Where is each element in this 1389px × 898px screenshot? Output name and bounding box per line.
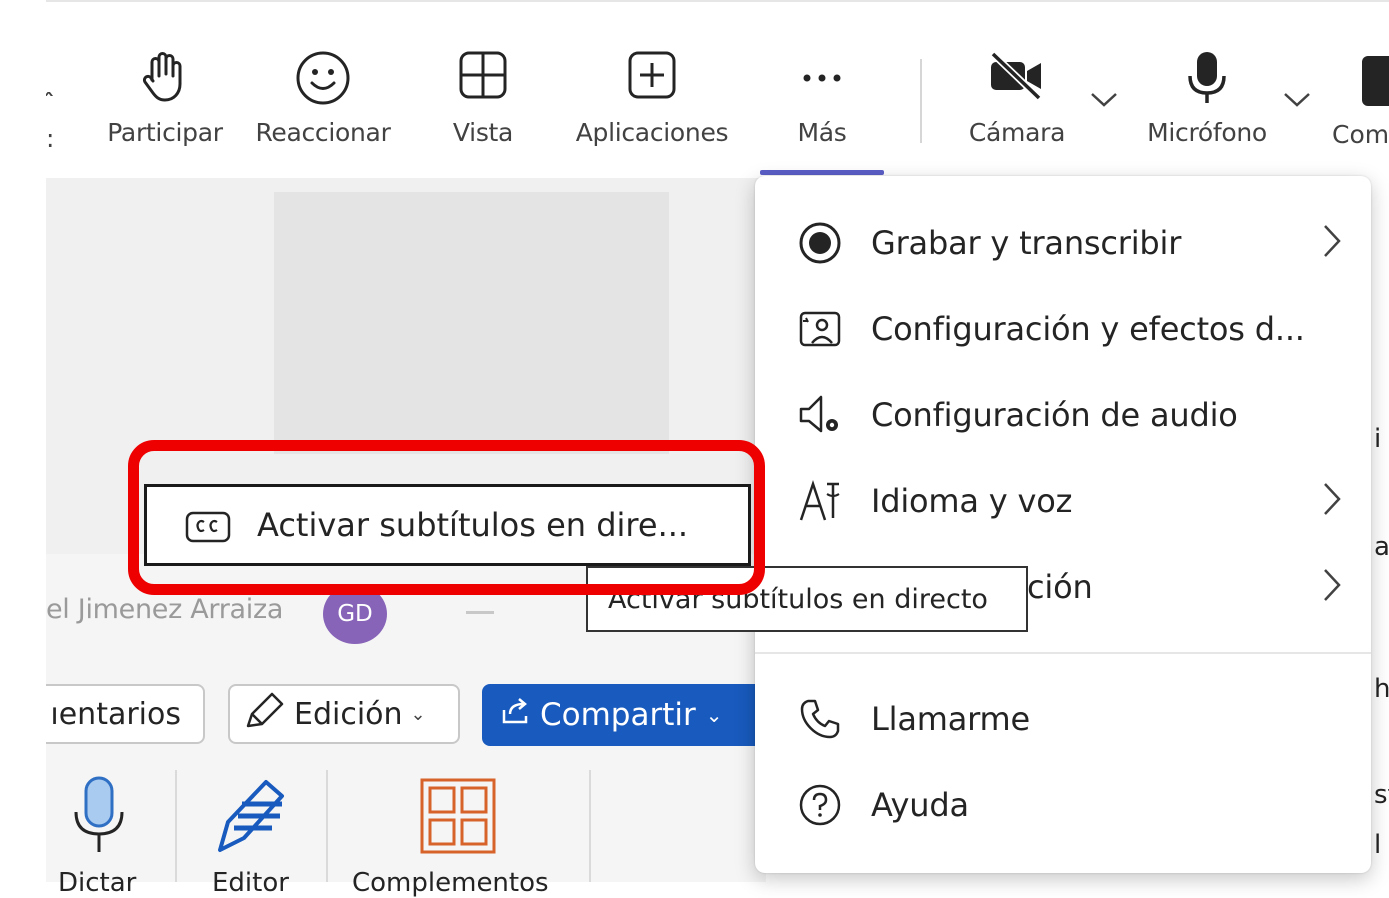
background-effects-icon <box>797 306 843 352</box>
more-dots-icon <box>797 50 847 112</box>
dictate-mic-icon[interactable] <box>68 776 130 860</box>
share-label: Com <box>1332 120 1389 149</box>
raise-hand-icon <box>140 50 190 112</box>
react-button[interactable]: Reaccionar <box>250 2 396 180</box>
truncated-toolbar-label: : <box>46 124 55 153</box>
editor-label: Editor <box>212 868 289 898</box>
meeting-toolbar: ꞈ : Participar Reaccionar Vista Aplicaci… <box>0 0 1389 180</box>
chevron-right-icon <box>1321 481 1343 521</box>
menu-item-language-speech[interactable]: Idioma y voz <box>755 458 1371 544</box>
left-edge <box>0 0 46 882</box>
toolbar-divider <box>920 59 922 143</box>
peek-text: st <box>1374 780 1389 810</box>
share-arrow-icon <box>500 696 530 734</box>
raise-hand-button[interactable]: Participar <box>100 2 230 180</box>
more-button[interactable]: Más <box>776 2 868 180</box>
ribbon-divider <box>326 770 328 882</box>
peek-text: l <box>1374 830 1382 860</box>
camera-button[interactable]: Cámara <box>960 2 1074 180</box>
participant-name: el Jimenez Arraiza <box>46 594 284 625</box>
add-app-icon <box>627 50 677 112</box>
menu-item-label: ción <box>1027 568 1093 606</box>
menu-item-help[interactable]: Ayuda <box>755 762 1371 848</box>
microphone-button[interactable]: Micrófono <box>1134 2 1280 180</box>
chevron-down-icon: ⌄ <box>705 703 723 727</box>
more-options-menu: Grabar y transcribir Configuración y efe… <box>755 176 1371 873</box>
menu-item-label: Grabar y transcribir <box>871 224 1182 262</box>
react-label: Reaccionar <box>255 118 391 147</box>
ribbon-divider <box>175 770 177 882</box>
peek-text: a <box>1374 532 1389 562</box>
shared-video-tile <box>274 192 669 454</box>
menu-item-label: Llamarme <box>871 700 1030 738</box>
share-icon[interactable] <box>1362 56 1389 106</box>
grid-view-icon <box>458 50 508 112</box>
menu-item-video-effects[interactable]: Configuración y efectos d... <box>755 286 1371 372</box>
menu-item-label: Idioma y voz <box>871 482 1073 520</box>
microphone-options-chevron-icon[interactable] <box>1282 90 1312 112</box>
apps-button[interactable]: Aplicaciones <box>566 2 738 180</box>
record-icon <box>797 220 843 266</box>
language-icon <box>797 478 843 524</box>
speaker-settings-icon <box>797 392 843 438</box>
help-icon <box>797 782 843 828</box>
side-panel-peek <box>1371 178 1389 882</box>
share-document-label: Compartir <box>540 697 696 733</box>
add-ins-label: Complementos <box>352 868 549 898</box>
menu-item-label: Configuración y efectos d... <box>871 310 1305 348</box>
camera-off-icon <box>987 50 1047 112</box>
peek-text: hi <box>1374 674 1389 704</box>
chevron-down-icon: ⌄ <box>410 703 426 725</box>
active-tab-indicator <box>760 170 884 175</box>
menu-item-record-transcribe[interactable]: Grabar y transcribir <box>755 200 1371 286</box>
menu-item-audio-settings[interactable]: Configuración de audio <box>755 372 1371 458</box>
camera-label: Cámara <box>968 118 1066 147</box>
apps-label: Aplicaciones <box>575 118 729 147</box>
pencil-icon <box>242 690 286 738</box>
add-ins-grid-icon[interactable] <box>420 778 496 858</box>
ribbon-divider <box>589 770 591 882</box>
more-label: Más <box>797 118 847 147</box>
editor-pen-icon[interactable] <box>210 776 294 860</box>
raise-hand-label: Participar <box>107 118 223 147</box>
editing-mode-button[interactable]: Edición ⌄ <box>228 684 460 744</box>
highlight-annotation-box <box>128 440 765 595</box>
comments-button[interactable]: ıentarios <box>20 684 205 744</box>
menu-item-label: Ayuda <box>871 786 969 824</box>
view-label: Vista <box>452 118 514 147</box>
smiley-icon <box>295 50 351 112</box>
microphone-icon <box>1185 50 1229 112</box>
menu-item-call-me[interactable]: Llamarme <box>755 676 1371 762</box>
menu-item-label: Configuración de audio <box>871 396 1238 434</box>
editing-mode-label: Edición <box>294 696 403 732</box>
camera-options-chevron-icon[interactable] <box>1089 90 1119 112</box>
microphone-label: Micrófono <box>1147 118 1267 147</box>
dictate-label: Dictar <box>58 868 137 898</box>
menu-divider <box>755 652 1371 654</box>
peek-text: i <box>1374 424 1382 454</box>
minimize-dash-icon <box>466 611 494 614</box>
chevron-right-icon <box>1321 223 1343 263</box>
view-button[interactable]: Vista <box>440 2 526 180</box>
phone-icon <box>797 696 843 742</box>
chevron-right-icon <box>1321 567 1343 607</box>
share-document-button[interactable]: Compartir ⌄ <box>482 684 772 746</box>
